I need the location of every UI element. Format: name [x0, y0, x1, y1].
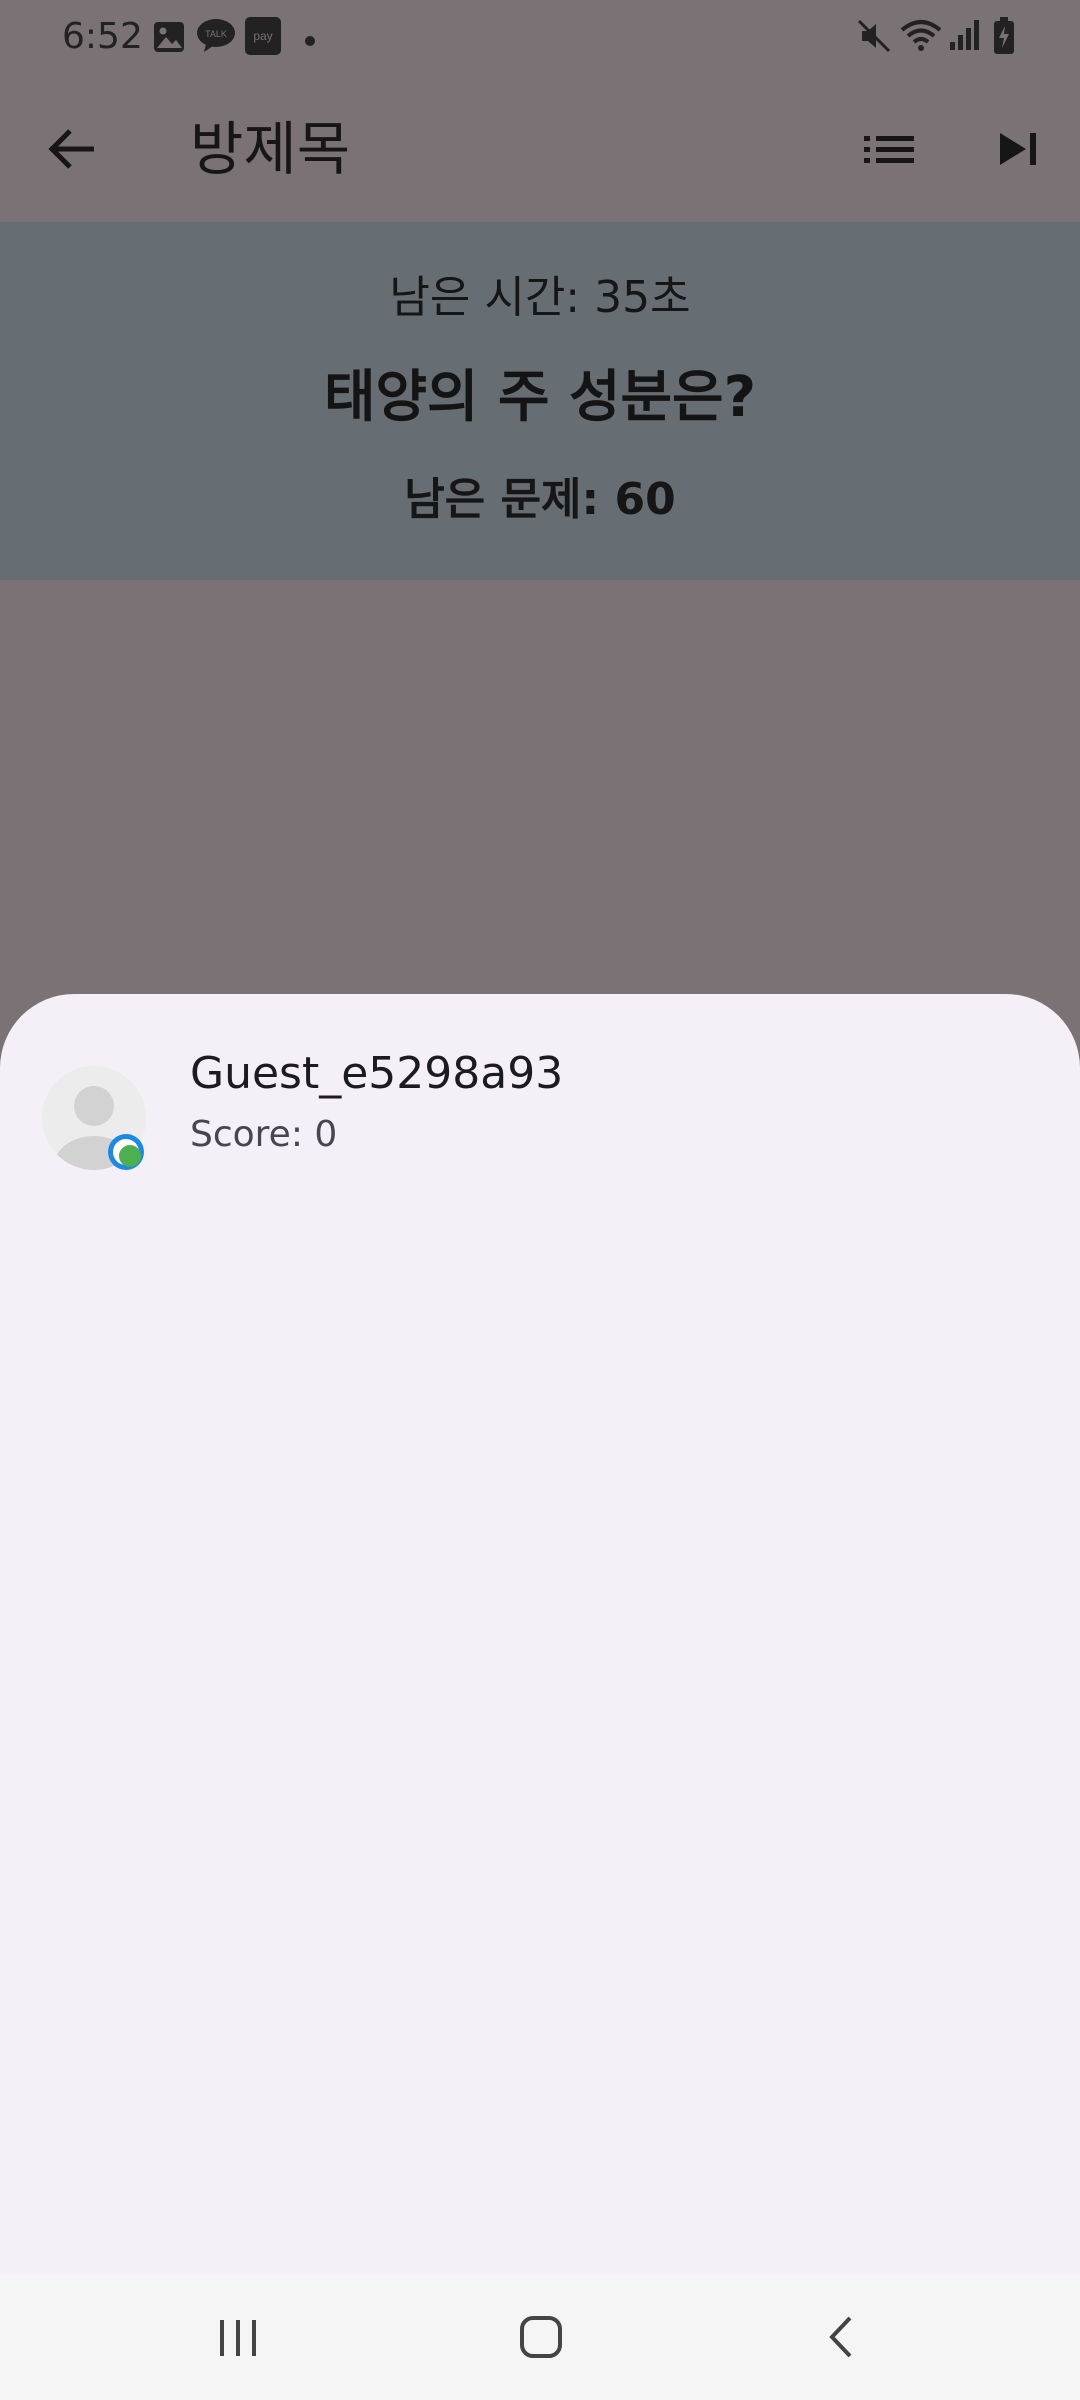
player-name: Guest_e5298a93 — [190, 1048, 564, 1099]
online-status-badge — [106, 1132, 146, 1172]
recent-apps-icon — [220, 2320, 256, 2356]
talk-icon: TALK — [196, 18, 236, 58]
home-button[interactable] — [500, 2302, 580, 2372]
dot-icon — [304, 32, 316, 51]
screen: 6:52 TALK pay 방제목 남은 시간: 35초 태양의 주 성분은? … — [0, 0, 1080, 2400]
question-panel: 남은 시간: 35초 태양의 주 성분은? 남은 문제: 60 — [0, 222, 1080, 580]
talk-label: TALK — [205, 29, 227, 39]
players-bottom-sheet: Guest_e5298a93 Score: 0 — [0, 994, 1080, 2274]
skip-next-icon — [1000, 133, 1036, 165]
back-button[interactable] — [36, 112, 110, 186]
skip-button[interactable] — [982, 112, 1056, 186]
time-left-label: 남은 시간: 35초 — [389, 272, 691, 323]
pay-icon: pay — [244, 16, 282, 60]
pay-label: pay — [253, 29, 272, 43]
recent-apps-button[interactable] — [198, 2302, 278, 2372]
player-score: Score: 0 — [190, 1114, 338, 1155]
nav-back-button[interactable] — [802, 2302, 882, 2372]
navigation-bar — [0, 2274, 1080, 2400]
question-text: 태양의 주 성분은? — [323, 365, 757, 430]
app-bar: 방제목 — [0, 74, 1080, 222]
home-icon — [520, 2316, 562, 2358]
player-list-item[interactable]: Guest_e5298a93 Score: 0 — [0, 1024, 1080, 1174]
status-time: 6:52 — [62, 16, 143, 57]
battery-icon — [992, 16, 1016, 60]
arrow-back-icon — [48, 129, 94, 169]
signal-icon — [948, 18, 982, 56]
back-icon — [829, 2316, 852, 2358]
page-title: 방제목 — [190, 115, 351, 183]
gallery-icon — [152, 20, 186, 58]
list-button[interactable] — [852, 112, 926, 186]
list-icon — [864, 136, 914, 163]
mute-icon — [856, 18, 892, 58]
remaining-questions-label: 남은 문제: 60 — [404, 474, 676, 525]
wifi-icon — [900, 18, 942, 58]
status-bar: 6:52 TALK pay — [0, 0, 1080, 74]
